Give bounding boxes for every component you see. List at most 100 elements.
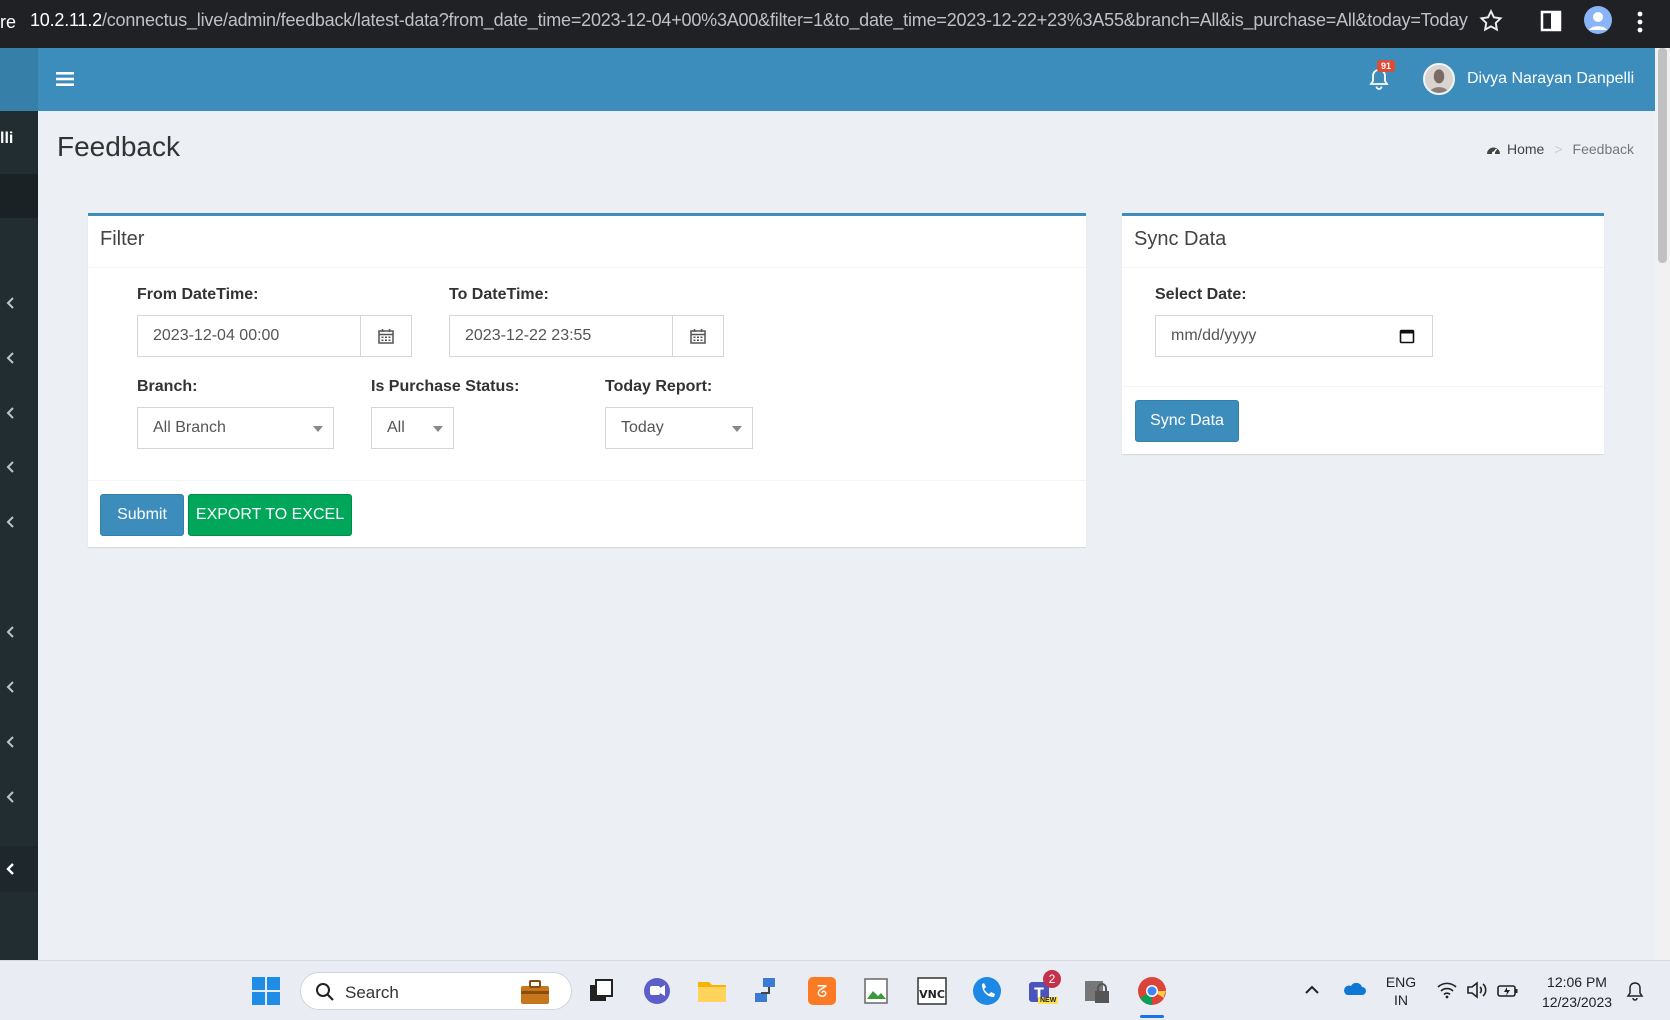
select-date-input[interactable]: mm/dd/yyyy: [1155, 315, 1433, 357]
bookmark-star-icon[interactable]: [1478, 8, 1504, 34]
volume-icon[interactable]: [1466, 981, 1488, 999]
filter-panel: Filter From DateTime: 2023-12-04 00:00 T…: [88, 213, 1086, 547]
to-datetime-input[interactable]: 2023-12-22 23:55: [449, 315, 673, 357]
sidebar-item-chevron-icon[interactable]: [4, 790, 18, 804]
dashboard-icon: [1487, 147, 1500, 154]
sidebar-item-chevron-icon[interactable]: [4, 460, 18, 474]
clock-time[interactable]: 12:06 PM: [1534, 973, 1620, 991]
sync-data-panel: Sync Data Select Date: mm/dd/yyyy Sync D…: [1122, 213, 1604, 454]
vnc-viewer-icon[interactable]: VNC: [916, 975, 948, 1007]
scrollbar-thumb[interactable]: [1658, 48, 1667, 263]
phone-app-icon[interactable]: [971, 975, 1003, 1007]
windows-start-icon[interactable]: [250, 975, 282, 1007]
teams-chat-icon[interactable]: [641, 975, 673, 1007]
wifi-icon[interactable]: [1436, 981, 1458, 999]
url-path: /connectus_live/admin/feedback/latest-da…: [101, 10, 1468, 30]
sidebar-item-chevron-icon[interactable]: [4, 296, 18, 310]
clock-date[interactable]: 12/23/2023: [1534, 993, 1620, 1011]
notification-badge: 91: [1377, 60, 1396, 72]
calendar-icon[interactable]: [1399, 328, 1415, 344]
breadcrumb-current: Feedback: [1572, 141, 1635, 157]
sidebar: lli: [0, 48, 38, 960]
to-datetime-label: To DateTime:: [449, 286, 549, 303]
sidebar-item-chevron-icon[interactable]: [4, 862, 18, 876]
purchase-status-label: Is Purchase Status:: [371, 378, 520, 395]
sidebar-item-chevron-icon[interactable]: [4, 735, 18, 749]
image-editor-icon[interactable]: [861, 975, 893, 1007]
today-report-select[interactable]: Today: [605, 407, 753, 449]
sidebar-toggle-icon[interactable]: [56, 72, 74, 86]
sidebar-item-chevron-icon[interactable]: [4, 515, 18, 529]
to-datetime-calendar-button[interactable]: [672, 315, 724, 357]
calendar-icon: [690, 329, 706, 344]
chrome-icon[interactable]: [1136, 975, 1168, 1007]
xampp-icon[interactable]: ᘔ: [806, 975, 838, 1007]
sidebar-item-chevron-icon[interactable]: [4, 406, 18, 420]
sidebar-item-chevron-icon[interactable]: [4, 351, 18, 365]
task-view-icon[interactable]: [586, 975, 618, 1007]
branch-label: Branch:: [137, 378, 198, 395]
calendar-icon: [378, 329, 394, 344]
chevron-down-icon: [732, 426, 742, 432]
breadcrumb-home-link[interactable]: Home: [1507, 141, 1544, 157]
onedrive-icon[interactable]: [1342, 981, 1366, 997]
search-icon: [316, 983, 334, 1001]
chevron-down-icon: [433, 426, 443, 432]
sync-data-button[interactable]: Sync Data: [1135, 400, 1239, 442]
submit-button[interactable]: Submit: [100, 494, 184, 536]
teams-badge: 2: [1043, 970, 1061, 988]
from-datetime-label: From DateTime:: [137, 286, 259, 303]
sidebar-logo-area: [0, 48, 38, 111]
svg-text:ᘔ: ᘔ: [817, 982, 827, 1001]
today-report-label: Today Report:: [605, 378, 713, 395]
select-date-label: Select Date:: [1155, 286, 1247, 303]
notification-center-icon[interactable]: [1626, 981, 1644, 1001]
profile-icon[interactable]: [1584, 6, 1612, 34]
chevron-up-icon[interactable]: [1304, 983, 1320, 995]
purchase-status-select[interactable]: All: [371, 407, 454, 449]
purchase-status-selected-value: All: [387, 419, 405, 436]
from-datetime-input[interactable]: 2023-12-04 00:00: [137, 315, 361, 357]
branch-select[interactable]: All Branch: [137, 407, 334, 449]
sync-data-title: Sync Data: [1134, 228, 1227, 250]
url-host: 10.2.11.2: [30, 10, 102, 30]
browser-address-bar: re 10.2.11.2/connectus_live/admin/feedba…: [0, 0, 1670, 48]
chrome-active-indicator: [1140, 1015, 1164, 1018]
url-field[interactable]: 10.2.11.2/connectus_live/admin/feedback/…: [30, 10, 1468, 31]
branch-selected-value: All Branch: [153, 419, 226, 436]
sidebar-user-name: lli: [0, 130, 14, 147]
sync-header-divider: [1122, 267, 1604, 268]
filter-footer-divider: [88, 480, 1086, 481]
from-datetime-calendar-button[interactable]: [360, 315, 412, 357]
network-icon[interactable]: [751, 975, 783, 1007]
export-excel-button[interactable]: EXPORT TO EXCEL: [188, 494, 352, 536]
file-explorer-icon[interactable]: [696, 975, 728, 1007]
side-panel-icon[interactable]: [1540, 10, 1562, 32]
svg-text:VNC: VNC: [919, 988, 945, 1001]
filter-title: Filter: [100, 228, 145, 250]
taskbar-search-box[interactable]: Search: [300, 972, 572, 1010]
date-placeholder: mm/dd/yyyy: [1171, 327, 1257, 344]
language-indicator-line1[interactable]: ENG: [1384, 973, 1418, 991]
sidebar-search-area[interactable]: [0, 174, 38, 218]
tab-fragment-text: re: [0, 12, 17, 32]
browser-menu-icon[interactable]: [1636, 8, 1644, 36]
sidebar-item-chevron-icon[interactable]: [4, 625, 18, 639]
chevron-down-icon: [313, 426, 323, 432]
filter-header-divider: [88, 267, 1086, 268]
breadcrumb: Home > Feedback: [1486, 141, 1634, 157]
teams-new-label: NEW: [1038, 997, 1059, 1004]
today-report-selected-value: Today: [621, 419, 664, 436]
language-indicator-line2[interactable]: IN: [1384, 991, 1418, 1009]
windows-taskbar: Search ᘔ VNC T 2 NEW ENG IN 12:06 PM 12/…: [0, 960, 1670, 1020]
briefcase-icon: [521, 980, 549, 1004]
battery-icon[interactable]: [1496, 981, 1520, 999]
page-scrollbar[interactable]: [1655, 48, 1670, 960]
sidebar-item-chevron-icon[interactable]: [4, 680, 18, 694]
page-title: Feedback: [57, 131, 180, 162]
user-avatar[interactable]: [1423, 63, 1455, 95]
vpn-lock-icon[interactable]: [1081, 975, 1113, 1007]
search-label: Search: [345, 983, 399, 1002]
top-navbar: 91 Divya Narayan Danpelli: [38, 48, 1655, 111]
user-name[interactable]: Divya Narayan Danpelli: [1467, 70, 1634, 88]
